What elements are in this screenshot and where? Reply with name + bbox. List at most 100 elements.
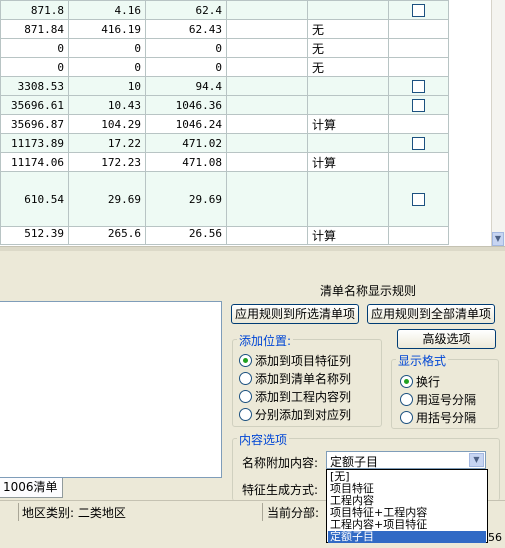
cell-amount: 871.8 [0,0,69,20]
cell-check [388,114,449,134]
cell-amount: 871.84 [0,19,69,39]
cell-check [388,76,449,96]
cell-check [388,95,449,115]
table-row[interactable]: 000无 [0,38,449,58]
cell-check [388,152,449,172]
display-format-title: 显示格式 [396,352,449,369]
display-format-group: 显示格式 换行用逗号分隔用括号分隔 [391,352,499,429]
append-content-label: 名称附加内容: [242,456,319,470]
add-position-option-label: 添加到项目特征列 [255,354,352,368]
cell-rate: 10 [68,76,146,96]
cell-rate: 265.6 [68,226,146,245]
cell-amount: 0 [0,38,69,58]
radio-button[interactable] [239,372,252,385]
add-position-option[interactable]: 添加到项目特征列 [239,352,351,369]
bill-name-textarea[interactable] [0,301,222,478]
cell-rate: 29.69 [68,171,146,227]
cell-total: 471.08 [145,152,227,172]
table-row[interactable]: 512.39 265.6 26.56 计算 [0,226,449,245]
cell-amount: 610.54 [0,171,69,227]
add-position-option-label: 添加到清单名称列 [255,372,352,386]
cell-empty [226,171,308,227]
row-checkbox[interactable] [412,98,425,112]
table-row[interactable]: 11174.06 172.23 471.08 计算 [0,152,449,172]
status-corner-number: 56 [488,531,502,544]
cell-check [388,133,449,153]
radio-button[interactable] [239,408,252,421]
radio-button[interactable] [400,375,413,388]
cell-note: 计算 [307,152,389,172]
display-format-option-label: 换行 [416,375,441,389]
cell-total: 62.43 [145,19,227,39]
display-format-option-label: 用括号分隔 [416,411,477,425]
cell-check [388,19,449,39]
row-checkbox[interactable] [412,192,425,206]
advanced-options-button[interactable]: 高级选项 [397,329,496,349]
tab-bill-1006[interactable]: 1006清单 [0,478,63,498]
cell-total: 1046.24 [145,114,227,134]
apply-all-button[interactable]: 应用规则到全部清单项 [367,304,495,324]
scroll-down-icon[interactable]: ▼ [492,232,504,246]
cell-amount: 11173.89 [0,133,69,153]
cell-amount: 35696.61 [0,95,69,115]
add-position-title: 添加位置: [237,332,294,349]
add-position-option-label: 分别添加到对应列 [255,408,352,422]
cell-rate: 10.43 [68,95,146,115]
panel-splitter[interactable] [0,246,505,251]
display-format-option[interactable]: 换行 [400,373,440,390]
table-row[interactable]: 871.8 4.16 62.4 [0,0,449,20]
add-position-group: 添加位置: 添加到项目特征列 添加到清单名称列添加到工程内容列分别添加到对应列 [232,332,382,427]
dropdown-option[interactable]: 定额子目 [328,531,486,543]
row-checkbox[interactable] [412,79,425,93]
cell-amount: 512.39 [0,226,69,245]
radio-button[interactable] [400,411,413,424]
cell-rate: 4.16 [68,0,146,20]
cell-check [388,171,449,227]
display-format-option[interactable]: 用逗号分隔 [400,391,476,408]
cell-note: 无 [307,38,389,58]
status-separator [262,503,263,521]
cell-total: 471.02 [145,133,227,153]
cell-empty [226,19,308,39]
cell-note: 计算 [307,114,389,134]
rules-title: 清单名称显示规则 [320,284,417,298]
display-format-option[interactable]: 用括号分隔 [400,409,476,426]
append-content-dropdown[interactable]: [无] 项目特征 工程内容 项目特征+工程内容 工程内容+项目特征 定额子目 [326,469,488,543]
cell-note [307,133,389,153]
cell-rate: 104.29 [68,114,146,134]
cell-check [388,0,449,20]
region-category: 地区类别: 二类地区 [22,506,126,520]
radio-button[interactable] [239,390,252,403]
table-row[interactable]: 610.54 29.69 29.69 [0,171,449,227]
table-row[interactable]: 871.84 416.19 62.43 无 [0,19,449,39]
table-row[interactable]: 35696.87 104.29 1046.24 计算 [0,114,449,134]
cell-rate: 172.23 [68,152,146,172]
append-content-value: 定额子目 [330,455,379,469]
chevron-down-icon[interactable]: ▼ [469,453,484,467]
row-checkbox[interactable] [412,3,425,17]
cell-note [307,0,389,20]
generation-method-label: 特征生成方式: [242,483,319,497]
cell-amount: 35696.87 [0,114,69,134]
add-position-option[interactable]: 添加到工程内容列 [239,388,351,405]
table-row[interactable]: 3308.53 10 94.4 [0,76,449,96]
append-content-combo[interactable]: 定额子目 ▼ [326,451,486,469]
radio-button[interactable] [400,393,413,406]
row-checkbox[interactable] [412,136,425,150]
cell-total: 94.4 [145,76,227,96]
cell-amount: 3308.53 [0,76,69,96]
cell-empty [226,57,308,77]
cell-rate: 0 [68,57,146,77]
table-row[interactable]: 000无 [0,57,449,77]
cell-empty [226,133,308,153]
add-position-option[interactable]: 分别添加到对应列 [239,406,351,423]
add-position-option[interactable]: 添加到清单名称列 [239,370,351,387]
radio-button[interactable] [239,354,252,367]
cell-total: 26.56 [145,226,227,245]
vertical-scrollbar[interactable]: ▼ [491,0,505,246]
cell-rate: 17.22 [68,133,146,153]
cell-amount: 11174.06 [0,152,69,172]
table-row[interactable]: 11173.89 17.22 471.02 [0,133,449,153]
table-row[interactable]: 35696.61 10.43 1046.36 [0,95,449,115]
apply-selected-button[interactable]: 应用规则到所选清单项 [231,304,359,324]
